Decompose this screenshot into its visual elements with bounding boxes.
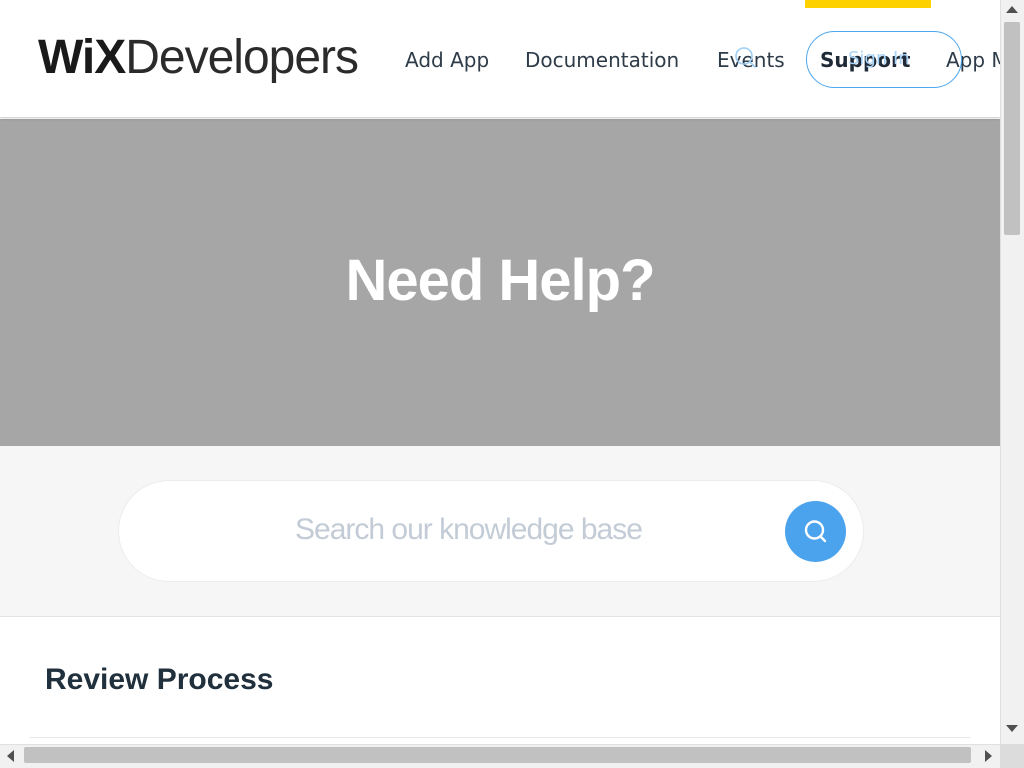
vertical-scroll-thumb[interactable] (1004, 22, 1020, 235)
scroll-up-arrow-icon[interactable] (1006, 6, 1018, 13)
knowledge-base-search-input[interactable]: Search our knowledge base (118, 480, 864, 582)
sign-in-label: Sign In (848, 48, 910, 69)
scroll-left-arrow-icon[interactable] (7, 750, 14, 762)
horizontal-scroll-thumb[interactable] (24, 747, 971, 763)
scroll-right-arrow-icon[interactable] (985, 750, 992, 762)
scrollbar-corner (1000, 744, 1024, 768)
search-placeholder: Search our knowledge base (295, 513, 643, 546)
nav-documentation[interactable]: Documentation (525, 48, 679, 72)
magnifier-icon (804, 519, 826, 542)
search-section: Search our knowledge base (0, 446, 1000, 617)
section-title-review-process[interactable]: Review Process (45, 663, 273, 697)
nav-add-app[interactable]: Add App (405, 48, 489, 72)
section-divider (30, 737, 970, 738)
search-icon[interactable] (733, 46, 757, 70)
scroll-down-arrow-icon[interactable] (1006, 725, 1018, 732)
search-button[interactable] (785, 501, 846, 562)
header-accent-tab (805, 0, 931, 8)
help-content: Review Process (0, 617, 1000, 744)
site-header: WiX Developers Add App Documentation Eve… (0, 0, 1000, 118)
hero-banner: Need Help? (0, 119, 1000, 446)
browser-viewport: WiX Developers Add App Documentation Eve… (0, 0, 1000, 744)
hero-title: Need Help? (345, 248, 655, 313)
